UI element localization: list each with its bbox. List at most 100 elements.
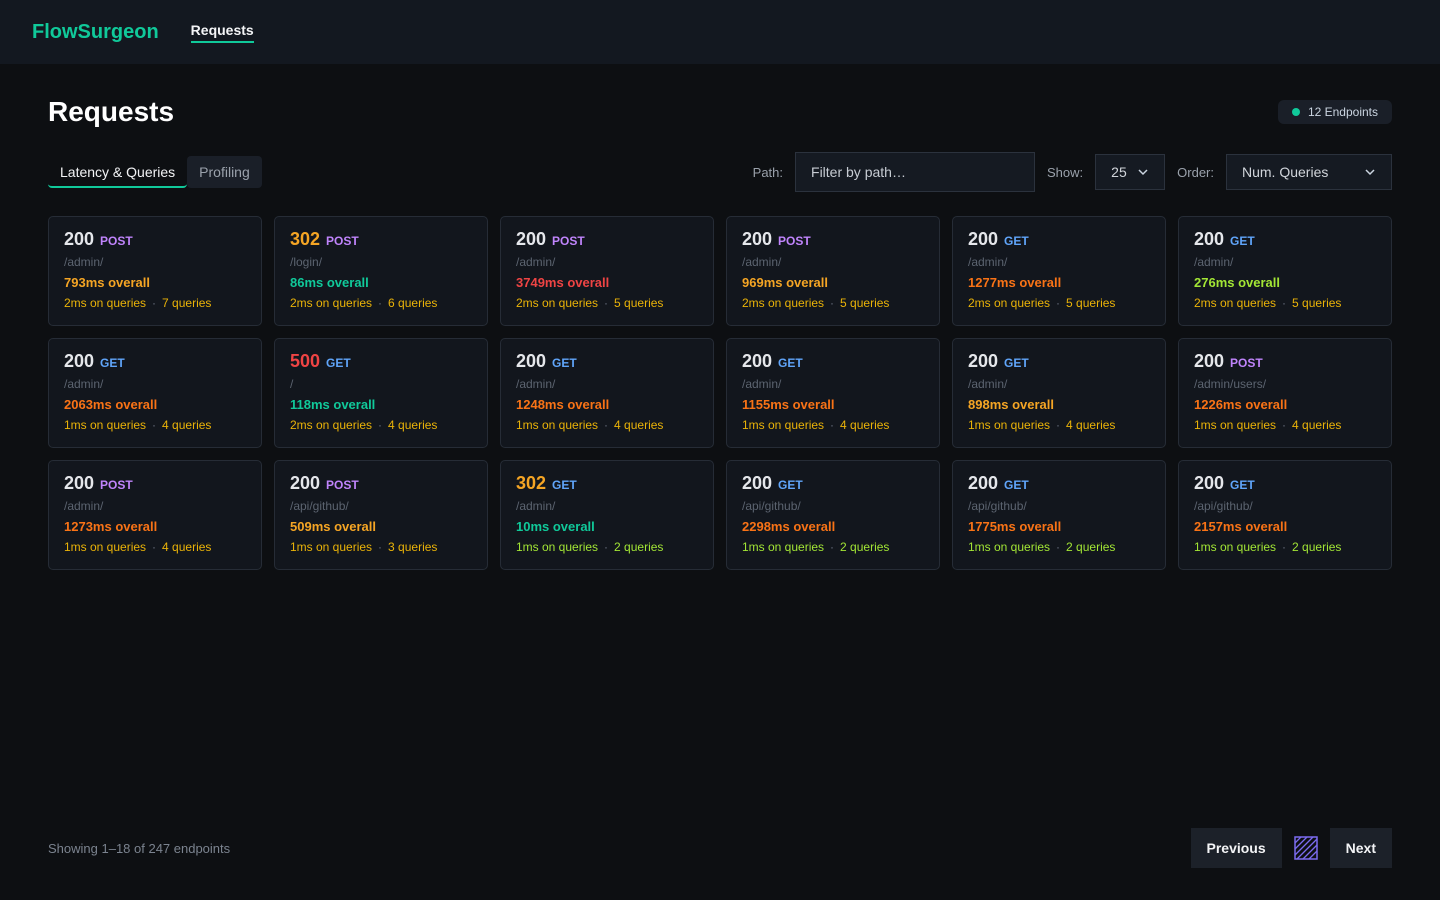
overall-latency: 3749ms overall [516, 275, 610, 290]
endpoint-path: /admin/ [516, 255, 556, 269]
endpoint-path: /admin/ [742, 377, 782, 391]
separator-dot: · [152, 540, 157, 554]
http-method: GET [1004, 234, 1029, 248]
query-time: 1ms on queries [968, 540, 1051, 554]
query-time: 1ms on queries [742, 418, 825, 432]
http-method: GET [326, 356, 351, 370]
endpoint-path: /admin/ [516, 377, 556, 391]
status-code: 200 [968, 473, 999, 493]
status-code: 200 [1194, 229, 1225, 249]
status-code: 200 [64, 351, 95, 371]
status-code: 200 [968, 229, 999, 249]
separator-dot: · [830, 540, 835, 554]
endpoint-card[interactable]: 200 POST/admin/969ms overall 2ms on querie… [726, 216, 940, 326]
endpoint-card[interactable]: 200 GET/admin/1155ms overall 1ms on querie… [726, 338, 940, 448]
query-count: 4 queries [840, 418, 890, 432]
endpoint-card[interactable]: 500 GET / 118ms overall 2ms on queries · 4 que… [274, 338, 488, 448]
endpoint-card[interactable]: 200 POST/admin/793ms overall 2ms on querie… [48, 216, 262, 326]
card-header: 200 POST [1194, 351, 1376, 375]
endpoint-path: /admin/users/ [1194, 377, 1267, 391]
overall-latency: 2298ms overall [742, 519, 836, 534]
order-select[interactable]: Num. Queries [1226, 154, 1392, 190]
endpoint-card[interactable]: 200 POST/admin/1273ms overall 1ms on queri… [48, 460, 262, 570]
endpoint-card[interactable]: 200 GET/admin/1277ms overall 2ms on querie… [952, 216, 1166, 326]
previous-button[interactable]: Previous [1190, 828, 1282, 868]
separator-dot: · [1282, 296, 1287, 310]
endpoint-card[interactable]: 302 POST/login/86ms overall 2ms on queries… [274, 216, 488, 326]
endpoint-card[interactable]: 200 POST/admin/3749ms overall 2ms on queri… [500, 216, 714, 326]
query-stats: 2ms on queries · 5 queries [968, 296, 1150, 310]
tab-latency-queries[interactable]: Latency & Queries [48, 156, 188, 188]
query-count: 4 queries [162, 540, 212, 554]
endpoint-card[interactable]: 200 GET/api/github/2298ms overall 1ms on q… [726, 460, 940, 570]
card-header: 200 GET [968, 229, 1150, 253]
endpoint-card[interactable]: 200 GET/admin/2063ms overall 1ms on querie… [48, 338, 262, 448]
query-time: 1ms on queries [64, 418, 147, 432]
endpoint-path: /api/github/ [1194, 499, 1253, 513]
card-header: 200 POST [64, 473, 246, 497]
http-method: GET [552, 356, 577, 370]
endpoint-card[interactable]: 200 GET/api/github/2157ms overall 1ms on q… [1178, 460, 1392, 570]
endpoint-path: /api/github/ [742, 499, 801, 513]
query-stats: 2ms on queries · 7 queries [64, 296, 246, 310]
overall-latency: 1248ms overall [516, 397, 610, 412]
query-count: 5 queries [614, 296, 664, 310]
separator-dot: · [1282, 418, 1287, 432]
query-count: 6 queries [388, 296, 438, 310]
endpoint-path: /admin/ [64, 255, 104, 269]
endpoints-badge-label: 12 Endpoints [1307, 105, 1378, 119]
show-label: Show: [1047, 164, 1084, 180]
card-header: 200 GET [64, 351, 246, 375]
show-count-value: 25 [1111, 164, 1127, 180]
endpoint-path: /admin/ [516, 499, 556, 513]
endpoint-card-grid: 200 POST/admin/793ms overall 2ms on querie… [48, 216, 1392, 570]
card-header: 200 GET [1194, 473, 1376, 497]
nav-requests-link[interactable]: Requests [190, 22, 254, 43]
card-header: 200 GET [968, 351, 1150, 375]
separator-dot: · [1282, 540, 1287, 554]
query-count: 2 queries [1066, 540, 1116, 554]
path-filter-input[interactable] [795, 152, 1036, 192]
http-method: GET [1230, 234, 1255, 248]
tab-profiling[interactable]: Profiling [187, 156, 262, 188]
show-count-select[interactable]: 25 [1095, 154, 1166, 190]
query-stats: 1ms on queries · 4 queries [742, 418, 924, 432]
card-header: 200 GET [742, 351, 924, 375]
endpoint-path: /admin/ [968, 255, 1008, 269]
http-method: POST [326, 234, 359, 248]
query-count: 7 queries [162, 296, 212, 310]
showing-count: Showing 1–18 of 247 endpoints [48, 840, 231, 856]
endpoint-card[interactable]: 200 POST/admin/users/1226ms overall 1ms on… [1178, 338, 1392, 448]
endpoint-card[interactable]: 302 GET/admin/10ms overall 1ms on queries ·… [500, 460, 714, 570]
overall-latency: 793ms overall [64, 275, 151, 290]
overall-latency: 898ms overall [968, 397, 1055, 412]
page-title: Requests [48, 96, 175, 127]
endpoint-card[interactable]: 200 GET/admin/276ms overall 2ms on queries… [1178, 216, 1392, 326]
endpoint-card[interactable]: 200 POST/api/github/509ms overall 1ms on q… [274, 460, 488, 570]
card-header: 302 POST [290, 229, 472, 253]
overall-latency: 1775ms overall [968, 519, 1062, 534]
http-method: POST [326, 478, 359, 492]
endpoint-card[interactable]: 200 GET/api/github/1775ms overall 1ms on q… [952, 460, 1166, 570]
brand-logo[interactable]: FlowSurgeon [32, 21, 159, 44]
next-button[interactable]: Next [1329, 828, 1392, 868]
status-code: 200 [742, 229, 773, 249]
query-time: 1ms on queries [516, 540, 599, 554]
query-time: 1ms on queries [64, 540, 147, 554]
endpoint-card[interactable]: 200 GET/admin/1248ms overall 1ms on querie… [500, 338, 714, 448]
card-header: 200 POST [64, 229, 246, 253]
query-count: 5 queries [1292, 296, 1342, 310]
http-method: GET [778, 356, 803, 370]
card-header: 302 GET [516, 473, 698, 497]
status-code: 200 [290, 473, 321, 493]
separator-dot: · [1056, 540, 1061, 554]
query-stats: 1ms on queries · 2 queries [742, 540, 924, 554]
filters: Path: Show: 25 Order: Num. Queries [753, 152, 1392, 192]
query-count: 4 queries [162, 418, 212, 432]
query-count: 5 queries [840, 296, 890, 310]
endpoint-card[interactable]: 200 GET/admin/898ms overall 1ms on queries… [952, 338, 1166, 448]
endpoint-path: /admin/ [64, 499, 104, 513]
query-time: 2ms on queries [742, 296, 825, 310]
status-code: 200 [64, 229, 95, 249]
overall-latency: 1277ms overall [968, 275, 1062, 290]
